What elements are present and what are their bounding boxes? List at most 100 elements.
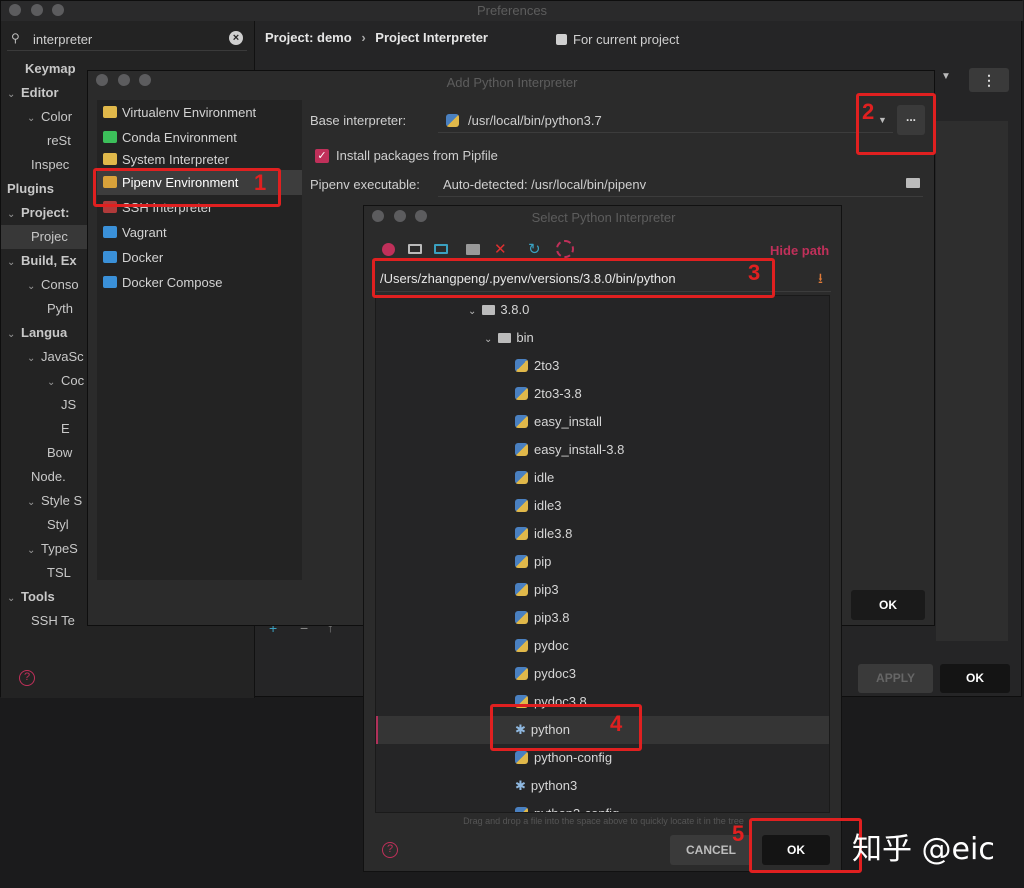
project-icon[interactable] bbox=[434, 244, 448, 254]
breadcrumb: Project: demo › Project Interpreter bbox=[265, 30, 488, 45]
sidebar-item-label: reSt bbox=[47, 133, 71, 148]
python-file-icon bbox=[515, 807, 528, 812]
install-pipfile-label: Install packages from Pipfile bbox=[336, 148, 498, 163]
file-label: python-config bbox=[534, 750, 613, 765]
folder-icon bbox=[482, 305, 496, 315]
file-row[interactable]: pip bbox=[376, 548, 829, 576]
settings-search[interactable]: ⚲ interpreter × bbox=[7, 29, 247, 51]
file-row[interactable]: pydoc bbox=[376, 632, 829, 660]
apply-button[interactable]: APPLY bbox=[858, 664, 933, 693]
sidebar-item-label: Node. bbox=[31, 469, 66, 484]
sidebar-item-label: Editor bbox=[21, 85, 59, 100]
file-row[interactable]: ✱ python3 bbox=[376, 772, 829, 800]
for-current-project: For current project bbox=[556, 32, 679, 47]
chevron-down-icon[interactable]: ⌄ bbox=[47, 371, 61, 393]
env-type-item[interactable]: Docker bbox=[97, 245, 302, 270]
preferences-ok-button[interactable]: OK bbox=[940, 664, 1010, 693]
folder-browse-icon[interactable] bbox=[906, 178, 920, 188]
sidebar-item-label: SSH Te bbox=[31, 613, 75, 628]
file-row[interactable]: easy_install bbox=[376, 408, 829, 436]
file-row[interactable]: 2to3 bbox=[376, 352, 829, 380]
chevron-down-icon[interactable]: ⌄ bbox=[7, 323, 21, 345]
env-type-item[interactable]: Virtualenv Environment bbox=[97, 100, 302, 125]
python-file-icon bbox=[515, 471, 528, 484]
breadcrumb-separator: › bbox=[361, 30, 366, 45]
env-type-item[interactable]: Docker Compose bbox=[97, 270, 302, 295]
file-row[interactable]: idle3.8 bbox=[376, 520, 829, 548]
clear-search-icon[interactable]: × bbox=[229, 31, 243, 45]
executable-icon: ✱ bbox=[515, 778, 526, 793]
chevron-down-icon[interactable]: ⌄ bbox=[484, 334, 492, 345]
chevron-down-icon[interactable]: ⌄ bbox=[27, 107, 41, 129]
chevron-down-icon[interactable]: ⌄ bbox=[7, 83, 21, 105]
chevron-down-icon[interactable]: ⌄ bbox=[7, 203, 21, 225]
pipenv-executable-value: Auto-detected: /usr/local/bin/pipenv bbox=[443, 177, 647, 192]
env-type-label: Vagrant bbox=[122, 225, 167, 240]
file-label: python3 bbox=[530, 778, 578, 793]
help-icon[interactable]: ? bbox=[19, 670, 35, 686]
folder-row[interactable]: ⌄ bin bbox=[376, 324, 829, 352]
refresh-icon[interactable]: ↻ bbox=[528, 240, 541, 258]
interpreter-settings-menu-button[interactable]: ⋮ bbox=[969, 68, 1009, 92]
python-file-icon bbox=[515, 667, 528, 680]
sidebar-item-label: Inspec bbox=[31, 157, 70, 172]
python-icon bbox=[103, 153, 117, 165]
folder-row[interactable]: ⌄ 3.8.0 bbox=[376, 296, 829, 324]
annotation-box-3 bbox=[372, 258, 775, 298]
download-icon[interactable]: ⭳ bbox=[818, 268, 823, 292]
home-icon[interactable] bbox=[382, 243, 395, 256]
docker-compose-icon bbox=[103, 276, 117, 288]
search-input[interactable]: interpreter bbox=[33, 32, 92, 47]
new-folder-icon[interactable] bbox=[466, 244, 480, 255]
hide-path-link[interactable]: Hide path bbox=[770, 243, 829, 258]
chevron-down-icon[interactable]: ⌄ bbox=[27, 491, 41, 513]
base-interpreter-label: Base interpreter: bbox=[310, 113, 407, 128]
env-type-label: Docker bbox=[122, 250, 164, 265]
chevron-down-icon[interactable]: ⌄ bbox=[468, 306, 476, 317]
sidebar-item-label: Keymap bbox=[25, 61, 76, 76]
file-row[interactable]: 2to3-3.8 bbox=[376, 380, 829, 408]
virtualenv-icon bbox=[103, 106, 117, 118]
file-row[interactable]: pip3.8 bbox=[376, 604, 829, 632]
folder-icon bbox=[498, 333, 512, 343]
chevron-down-icon[interactable]: ⌄ bbox=[7, 251, 21, 273]
file-label: idle3.8 bbox=[534, 526, 573, 541]
chevron-down-icon[interactable]: ⌄ bbox=[27, 275, 41, 297]
file-row[interactable]: idle bbox=[376, 464, 829, 492]
interpreter-dropdown-arrow-icon[interactable]: ▼ bbox=[941, 71, 951, 82]
desktop-icon[interactable] bbox=[408, 244, 422, 254]
sidebar-item-label: Tools bbox=[21, 589, 55, 604]
env-type-label: Virtualenv Environment bbox=[122, 105, 257, 120]
pipenv-executable-label: Pipenv executable: bbox=[310, 177, 420, 192]
python-file-icon bbox=[515, 443, 528, 456]
folder-label: bin bbox=[516, 330, 534, 345]
install-pipfile-checkbox[interactable]: ✓ bbox=[315, 149, 329, 163]
chevron-down-icon[interactable]: ⌄ bbox=[27, 539, 41, 561]
base-interpreter-select[interactable]: /usr/local/bin/python3.7 ▼ bbox=[438, 107, 893, 133]
env-type-item[interactable]: Conda Environment bbox=[97, 125, 302, 150]
file-label: easy_install-3.8 bbox=[534, 442, 625, 457]
file-row[interactable]: python3-config bbox=[376, 800, 829, 812]
python-icon bbox=[446, 114, 459, 127]
file-row[interactable]: pip3 bbox=[376, 576, 829, 604]
show-hidden-icon[interactable] bbox=[556, 240, 574, 258]
annotation-box-1 bbox=[93, 168, 281, 207]
chevron-down-icon[interactable]: ⌄ bbox=[7, 587, 21, 609]
env-type-item[interactable]: Vagrant bbox=[97, 220, 302, 245]
breadcrumb-project[interactable]: Project: demo bbox=[265, 30, 352, 45]
file-row[interactable]: idle3 bbox=[376, 492, 829, 520]
project-scope-icon bbox=[556, 34, 567, 45]
delete-icon[interactable]: ✕ bbox=[494, 240, 507, 258]
sidebar-item-label: Projec bbox=[31, 229, 68, 244]
add-interpreter-ok-button[interactable]: OK bbox=[851, 590, 925, 620]
file-row[interactable]: easy_install-3.8 bbox=[376, 436, 829, 464]
sidebar-item-label: Style S bbox=[41, 493, 83, 508]
packages-table bbox=[936, 121, 1008, 641]
file-row[interactable]: pydoc3 bbox=[376, 660, 829, 688]
chevron-down-icon[interactable]: ⌄ bbox=[27, 347, 41, 369]
pipenv-executable-field[interactable]: Auto-detected: /usr/local/bin/pipenv bbox=[438, 171, 923, 197]
select-help-icon[interactable]: ? bbox=[382, 842, 398, 858]
file-label: pydoc3 bbox=[534, 666, 576, 681]
python-file-icon bbox=[515, 387, 528, 400]
env-type-item[interactable]: System Interpreter bbox=[97, 150, 302, 170]
